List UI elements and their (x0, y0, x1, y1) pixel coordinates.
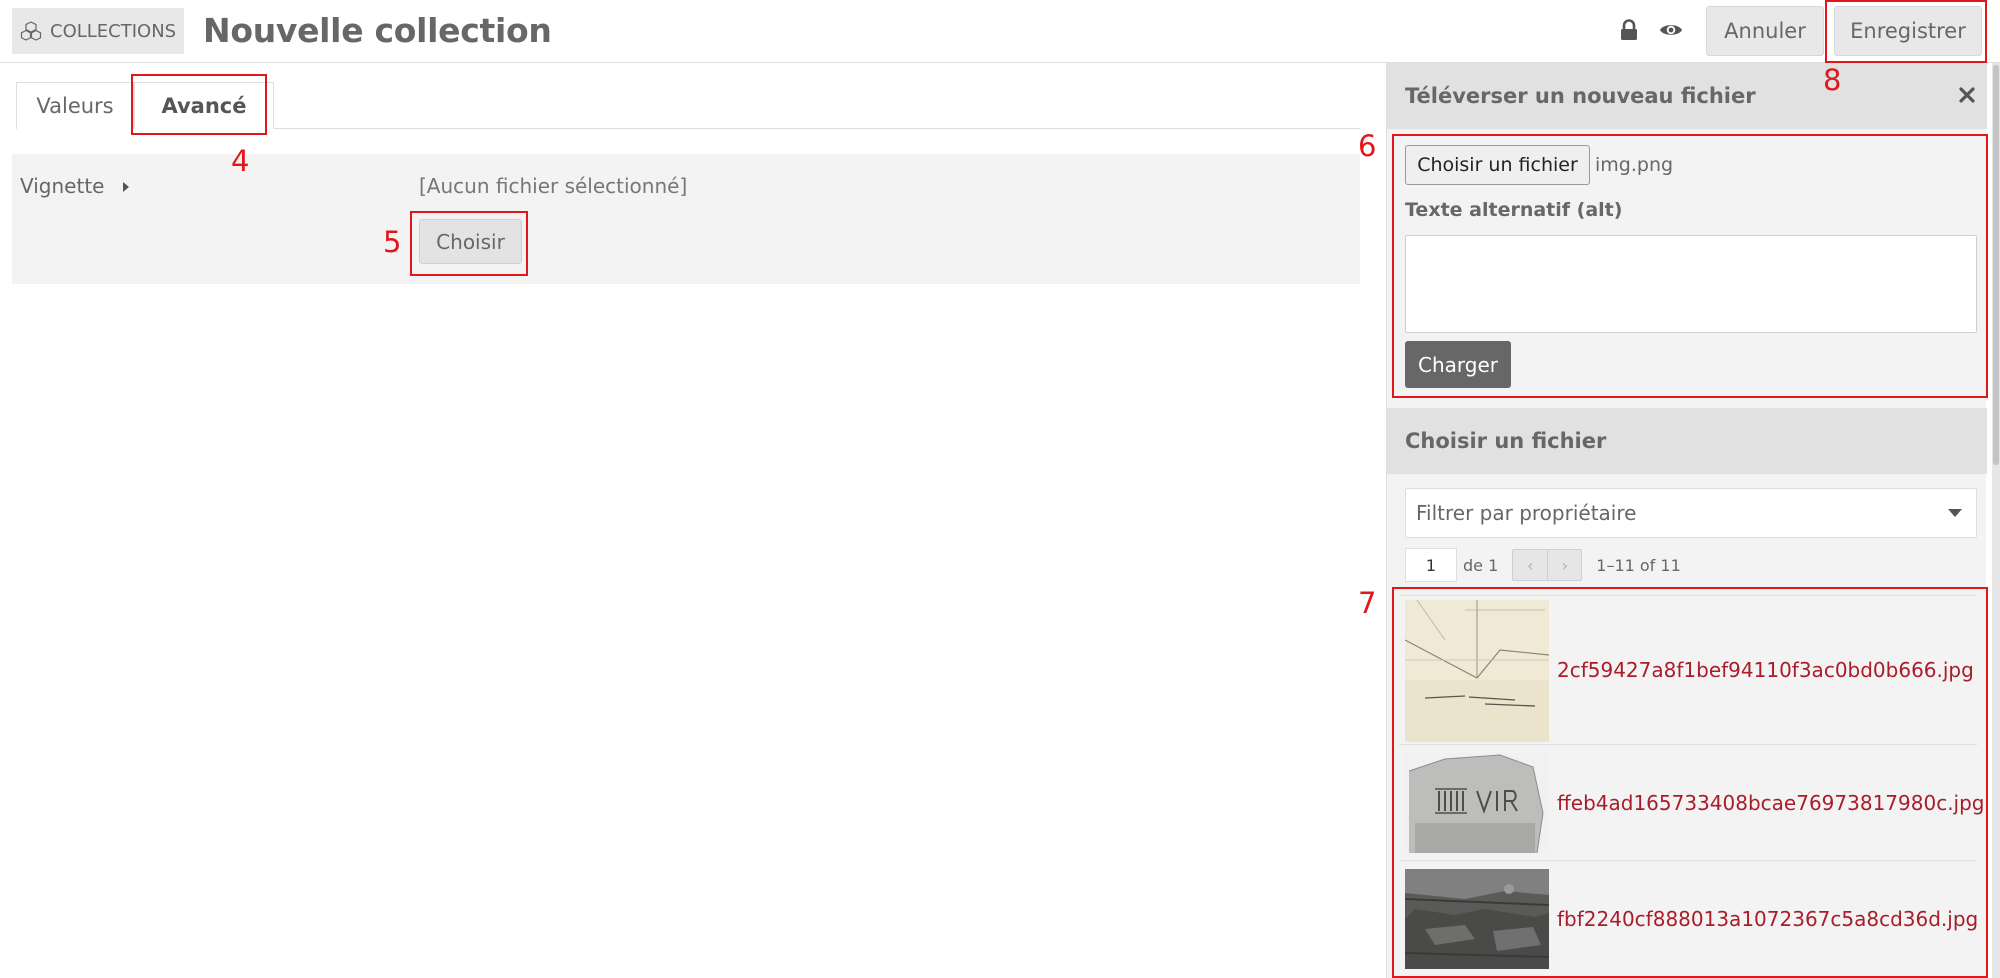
asset-thumbnail-stone (1405, 752, 1549, 853)
upload-button[interactable]: Charger (1405, 341, 1511, 388)
asset-item[interactable]: fbf2240cf888013a1072367c5a8cd36d.jpg (1399, 861, 1978, 977)
scrollbar-thumb[interactable] (1993, 65, 1999, 465)
annotation-number: 6 (1358, 129, 1377, 163)
cancel-button[interactable]: Annuler (1706, 6, 1824, 56)
no-file-selected-text: [Aucun fichier sélectionné] (419, 174, 688, 198)
asset-item[interactable]: ffeb4ad165733408bcae76973817980c.jpg (1399, 745, 1985, 861)
asset-name[interactable]: ffeb4ad165733408bcae76973817980c.jpg (1557, 791, 1985, 815)
collections-icon (20, 21, 42, 41)
sidebar-scrollbar[interactable] (1992, 63, 2000, 978)
annotation-number: 5 (383, 225, 402, 259)
lock-icon[interactable] (1617, 18, 1641, 42)
collections-link[interactable]: COLLECTIONS (12, 8, 185, 54)
annotation-number: 4 (231, 144, 250, 178)
tab-advanced[interactable]: Avancé (134, 82, 274, 129)
close-icon[interactable] (1955, 83, 1979, 107)
save-button[interactable]: Enregistrer (1834, 6, 1982, 56)
next-page-icon[interactable]: › (1547, 550, 1581, 580)
asset-thumbnail-excavation (1405, 868, 1549, 969)
annotation-number: 7 (1358, 586, 1377, 620)
asset-name[interactable]: 2cf59427a8f1bef94110f3ac0bd0b666.jpg (1557, 658, 1974, 682)
thumbnail-label-text: Vignette (20, 174, 105, 198)
choose-thumbnail-button[interactable]: Choisir (419, 219, 522, 264)
page-title: Nouvelle collection (203, 11, 552, 50)
page-total: de 1 (1463, 555, 1499, 575)
owner-filter-value: Filtrer par propriétaire (1416, 501, 1637, 525)
choose-panel-title: Choisir un fichier (1405, 429, 1607, 453)
page-number-input[interactable] (1405, 548, 1457, 582)
owner-filter-select[interactable]: Filtrer par propriétaire (1405, 488, 1977, 538)
annotation-number: 8 (1823, 63, 1842, 97)
eye-icon[interactable] (1659, 18, 1683, 42)
page-nav: ‹ › (1512, 549, 1583, 581)
thumbnail-field: Vignette [Aucun fichier sélectionné] Cho… (12, 154, 1360, 284)
alt-text-label: Texte alternatif (alt) (1405, 199, 1623, 221)
asset-name[interactable]: fbf2240cf888013a1072367c5a8cd36d.jpg (1557, 907, 1978, 931)
alt-text-field[interactable] (1405, 235, 1977, 333)
selected-file-name: img.png (1595, 154, 1674, 176)
asset-list: 2cf59427a8f1bef94110f3ac0bd0b666.jpg ffe… (1399, 595, 1985, 977)
section-tabs: Valeurs Avancé (16, 82, 1360, 129)
collections-link-label: COLLECTIONS (50, 20, 177, 42)
caret-right-icon (122, 174, 130, 198)
top-bar: COLLECTIONS Nouvelle collection Annuler … (0, 0, 2000, 63)
result-range: 1–11 of 11 (1596, 555, 1681, 575)
tab-values[interactable]: Valeurs (16, 82, 134, 129)
asset-sidebar: Téléverser un nouveau fichier Choisir un… (1386, 63, 1987, 978)
upload-panel-header: Téléverser un nouveau fichier (1387, 63, 1987, 129)
pagination: de 1 ‹ › 1–11 of 11 (1405, 548, 1681, 582)
choose-panel-header: Choisir un fichier (1387, 408, 1987, 474)
file-input-button[interactable]: Choisir un fichier (1405, 145, 1590, 185)
upload-panel-title: Téléverser un nouveau fichier (1405, 84, 1756, 108)
asset-item[interactable]: 2cf59427a8f1bef94110f3ac0bd0b666.jpg (1399, 595, 1977, 745)
previous-page-icon[interactable]: ‹ (1513, 550, 1547, 580)
asset-thumbnail-sketch (1405, 600, 1549, 742)
thumbnail-label[interactable]: Vignette (20, 174, 130, 198)
chevron-down-icon (1948, 509, 1962, 517)
